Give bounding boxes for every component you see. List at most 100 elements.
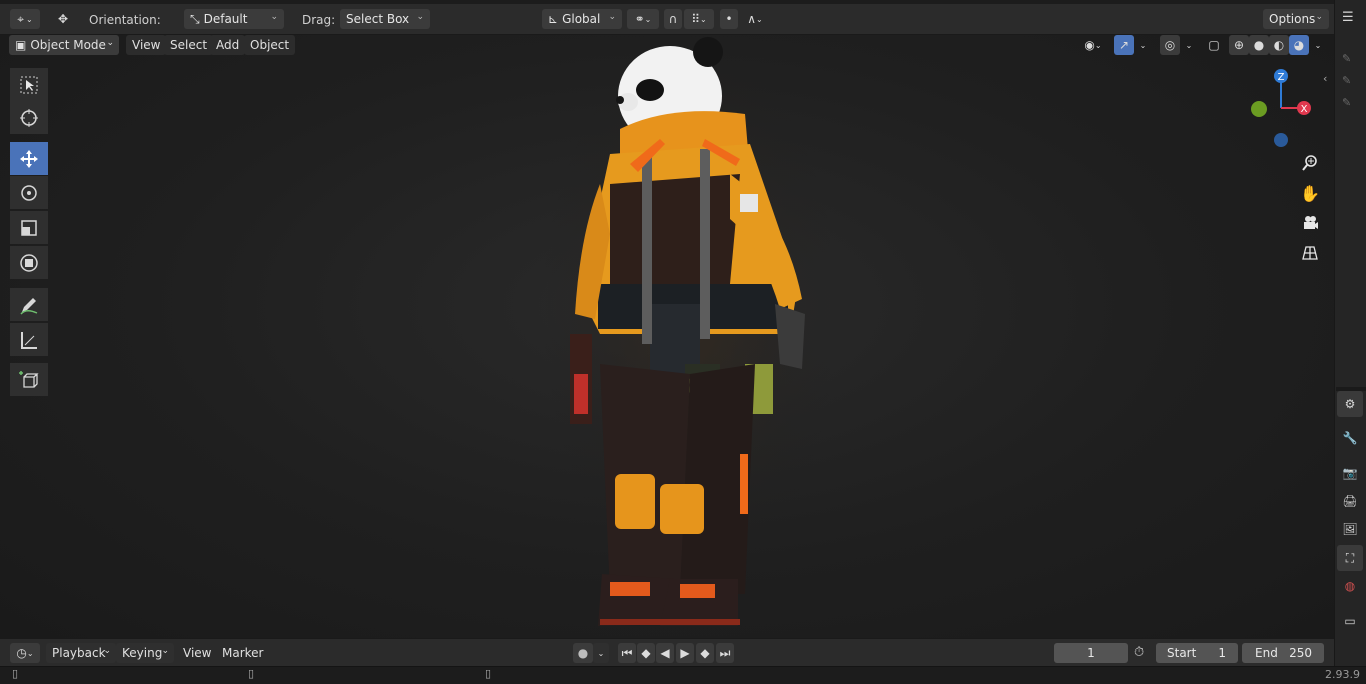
scale-icon: [21, 219, 37, 236]
chevron-down-icon: ⌄: [756, 14, 763, 24]
world-properties-tab[interactable]: ◍: [1337, 573, 1363, 599]
workspace-tabs-strip[interactable]: [0, 0, 1334, 4]
pan-hand-icon[interactable]: ✋: [1298, 181, 1322, 205]
playback-label: Playback: [52, 646, 106, 660]
gizmo-icon: ↗: [1118, 38, 1130, 52]
orientation-label: Orientation:: [89, 13, 161, 27]
sidebar-toggle-icon[interactable]: ‹: [1323, 72, 1327, 85]
snap-target-dropdown[interactable]: ⠿ ⌄: [684, 9, 714, 29]
object-visibility-dropdown[interactable]: ◉ ⌄: [1077, 35, 1109, 55]
collection-properties-tab[interactable]: ▭: [1337, 608, 1363, 634]
tool-add-cube[interactable]: [10, 363, 48, 396]
proportional-editing-toggle[interactable]: •: [720, 9, 738, 29]
menu-add[interactable]: Add: [210, 35, 246, 55]
transform-orientation-dropdown[interactable]: ⊾ Global ⌄: [542, 9, 622, 29]
chevron-down-icon: ⌄: [700, 14, 707, 24]
jump-to-start-button[interactable]: ⏮: [618, 643, 636, 663]
tool-scale[interactable]: [10, 211, 48, 244]
keying-options-dropdown[interactable]: ⌄: [593, 643, 609, 663]
object-mode-dropdown[interactable]: ▣ Object Mode ⌄: [9, 35, 119, 55]
start-frame-field[interactable]: Start 1: [1156, 643, 1238, 663]
tool-measure[interactable]: [10, 323, 48, 356]
tool-annotate[interactable]: [10, 288, 48, 321]
object-mode-icon: ▣: [15, 38, 27, 52]
falloff-curve-icon: ∧: [747, 12, 757, 26]
3d-viewport[interactable]: [0, 34, 1334, 638]
mouse-left-icon: ▯: [12, 667, 19, 680]
panda-character-model: [540, 37, 830, 626]
restrict-pencil-icon-3[interactable]: ✎: [1342, 96, 1351, 109]
tool-cursor[interactable]: [10, 101, 48, 134]
jump-to-end-button[interactable]: ⏭: [716, 643, 734, 663]
scene-properties-tab[interactable]: ⛶: [1337, 545, 1363, 571]
end-frame-field[interactable]: End 250: [1242, 643, 1324, 663]
output-properties-tab[interactable]: 🖨: [1337, 488, 1363, 514]
transform-space-value: Global: [562, 12, 601, 26]
timeline-editor-type-button[interactable]: ◷ ⌄: [10, 643, 40, 663]
tool-select-box[interactable]: [10, 68, 48, 101]
chevron-down-icon: ⌄: [1094, 40, 1102, 50]
gizmo-dropdown[interactable]: ⌄: [1134, 35, 1152, 55]
pivot-point-dropdown[interactable]: ⚭ ⌄: [627, 9, 659, 29]
auto-keying-toggle[interactable]: ●: [573, 643, 593, 663]
restrict-pencil-icon-1[interactable]: ✎: [1342, 52, 1351, 65]
orientation-icon: ⤡: [190, 12, 200, 26]
drag-label: Drag:: [302, 13, 336, 27]
stopwatch-icon[interactable]: ⏱: [1134, 645, 1144, 660]
wireframe-shading-button[interactable]: ⊕: [1229, 35, 1249, 55]
xray-toggle[interactable]: ▢: [1204, 35, 1224, 55]
tool-transform[interactable]: [10, 246, 48, 279]
y-axis-handle[interactable]: [1251, 101, 1267, 117]
timeline-marker-menu[interactable]: Marker: [216, 643, 269, 663]
viewport-editor-icon: ⌖: [17, 11, 25, 26]
timeline-view-menu[interactable]: View: [177, 643, 217, 663]
neg-z-axis-handle[interactable]: [1274, 133, 1288, 147]
render-properties-tab[interactable]: 📷: [1337, 460, 1363, 486]
falloff-dropdown[interactable]: ∧ ⌄: [740, 9, 770, 29]
show-gizmo-toggle[interactable]: ↗: [1114, 35, 1134, 55]
start-frame-label: Start: [1167, 646, 1197, 660]
navigation-gizmo[interactable]: Z X: [1245, 66, 1320, 151]
tool-properties-tab[interactable]: 🔧: [1337, 425, 1363, 451]
play-reverse-button[interactable]: ◀: [656, 643, 674, 663]
playback-menu[interactable]: Playback ⌄: [46, 643, 116, 663]
status-bar: [0, 666, 1366, 684]
eye-icon: ◉: [1084, 38, 1095, 52]
overlays-dropdown[interactable]: ⌄: [1180, 35, 1198, 55]
chevron-down-icon: ⌄: [416, 12, 424, 22]
rendered-shading-button[interactable]: ◕: [1289, 35, 1309, 55]
camera-view-icon[interactable]: [1298, 211, 1322, 235]
zoom-view-icon[interactable]: [1298, 151, 1322, 175]
transform-tool-icon[interactable]: ✥: [50, 9, 76, 29]
snap-toggle[interactable]: ∩: [664, 9, 682, 29]
orientation-value: Default: [203, 12, 248, 26]
restrict-pencil-icon-2[interactable]: ✎: [1342, 74, 1351, 87]
menu-object[interactable]: Object: [244, 35, 296, 55]
perspective-grid-icon[interactable]: [1298, 241, 1322, 265]
menu-view[interactable]: View: [126, 35, 167, 55]
show-overlays-toggle[interactable]: ◎: [1160, 35, 1180, 55]
options-dropdown[interactable]: Options ⌄: [1263, 9, 1329, 29]
menu-select[interactable]: Select: [164, 35, 214, 55]
drag-dropdown[interactable]: Select Box ⌄: [340, 9, 430, 29]
orientation-dropdown[interactable]: ⤡ Default ⌄: [184, 9, 284, 29]
rotate-icon: [21, 184, 37, 201]
material-preview-button[interactable]: ◐: [1269, 35, 1289, 55]
tool-move[interactable]: [10, 142, 48, 175]
tool-rotate[interactable]: [10, 176, 48, 209]
select-box-icon: [20, 76, 38, 93]
solid-shading-button[interactable]: ●: [1249, 35, 1269, 55]
editor-type-button[interactable]: ⌖ ⌄: [10, 9, 40, 29]
current-frame-field[interactable]: 1: [1054, 643, 1128, 663]
jump-to-next-keyframe-button[interactable]: ◆: [696, 643, 714, 663]
play-button[interactable]: ▶: [676, 643, 694, 663]
outliner-icon[interactable]: ☰: [1342, 10, 1354, 25]
jump-to-prev-keyframe-button[interactable]: ◆: [637, 643, 655, 663]
view-layer-properties-tab[interactable]: 🖼: [1337, 516, 1363, 542]
properties-editor-type-icon[interactable]: ⚙: [1337, 391, 1363, 417]
chevron-down-icon: ⌄: [270, 12, 278, 22]
chevron-down-icon: ⌄: [26, 648, 34, 658]
shading-dropdown[interactable]: ⌄: [1309, 35, 1327, 55]
chevron-down-icon: ⌄: [597, 648, 605, 658]
keying-menu[interactable]: Keying ⌄: [116, 643, 174, 663]
